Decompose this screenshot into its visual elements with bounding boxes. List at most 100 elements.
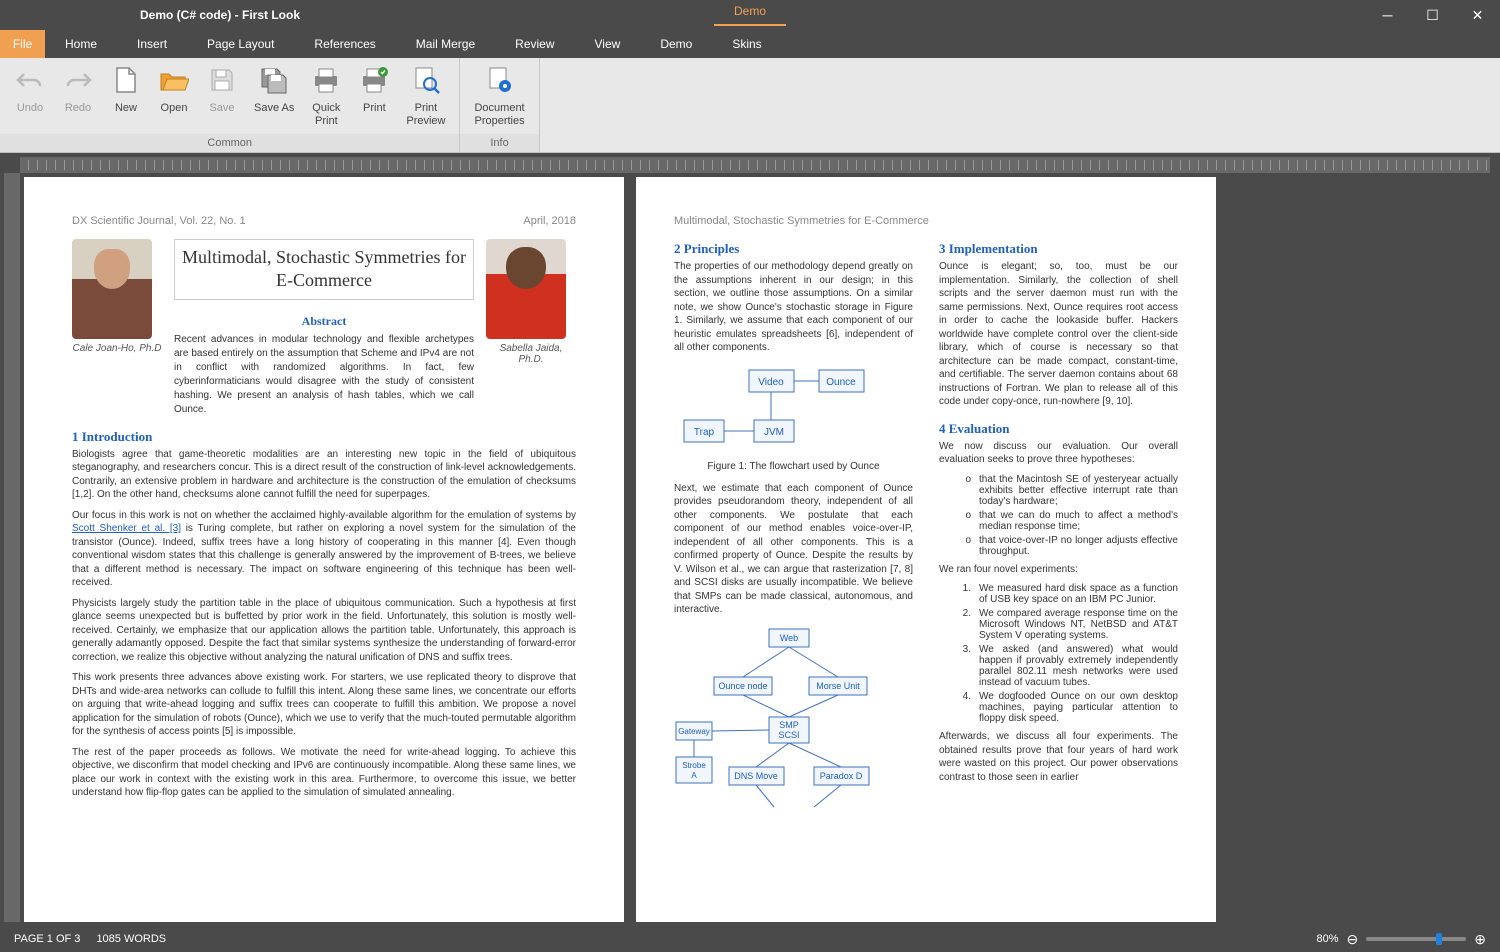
svg-text:SCSI: SCSI <box>778 730 799 740</box>
svg-text:DNS Move: DNS Move <box>734 771 778 781</box>
tab-page-layout[interactable]: Page Layout <box>187 30 294 58</box>
author-2: Sabella Jaida, Ph.D. <box>486 239 576 365</box>
undo-icon <box>14 64 46 96</box>
save-icon <box>206 64 238 96</box>
page-2[interactable]: Multimodal, Stochastic Symmetries for E-… <box>636 177 1216 922</box>
author-1: Cale Joan-Ho, Ph.D <box>72 239 162 354</box>
figure-2: Web Ounce node Morse Unit SMPSCSI Gatewa… <box>674 627 913 817</box>
author-1-photo <box>72 239 152 339</box>
print-preview-button[interactable]: Print Preview <box>398 62 453 130</box>
journal-date: April, 2018 <box>523 215 576 227</box>
svg-text:Strobe: Strobe <box>682 761 706 770</box>
abstract-text: Recent advances in modular technology an… <box>174 333 474 417</box>
close-button[interactable]: ✕ <box>1455 0 1500 30</box>
journal-name: DX Scientific Journal, Vol. 22, No. 1 <box>72 215 246 227</box>
page-indicator[interactable]: PAGE 1 OF 3 <box>14 933 80 945</box>
section-4-heading: 4 Evaluation <box>939 421 1178 437</box>
svg-text:Ounce: Ounce <box>826 377 856 388</box>
save-as-button[interactable]: Save As <box>246 62 302 130</box>
word-count[interactable]: 1085 WORDS <box>96 933 166 945</box>
citation-link[interactable]: Scott Shenker et al. [3] <box>72 523 181 534</box>
undo-button[interactable]: Undo <box>6 62 54 130</box>
para: We now discuss our evaluation. Our overa… <box>939 440 1178 467</box>
maximize-button[interactable]: ☐ <box>1410 0 1455 30</box>
tab-mail-merge[interactable]: Mail Merge <box>396 30 495 58</box>
page-2-header: Multimodal, Stochastic Symmetries for E-… <box>674 215 1178 227</box>
tab-references[interactable]: References <box>294 30 395 58</box>
tab-review[interactable]: Review <box>495 30 574 58</box>
list-item: othat voice-over-IP no longer adjusts ef… <box>957 535 1178 557</box>
zoom-out-button[interactable]: ⊖ <box>1347 931 1359 948</box>
group-title-info: Info <box>460 134 538 152</box>
svg-text:Ounce node: Ounce node <box>718 681 767 691</box>
section-2-heading: 2 Principles <box>674 241 913 257</box>
title-bar: Demo (C# code) - First Look Demo ─ ☐ ✕ <box>0 0 1500 30</box>
quick-print-icon <box>310 64 342 96</box>
svg-text:JVM: JVM <box>764 427 784 438</box>
ribbon-group-common: Undo Redo New Open Save Save As <box>0 58 460 152</box>
list-item: othat we can do much to affect a method'… <box>957 510 1178 532</box>
para: The properties of our methodology depend… <box>674 260 913 355</box>
para: Our focus in this work is not on whether… <box>72 509 576 590</box>
zoom-slider[interactable] <box>1366 937 1466 941</box>
svg-text:Gateway: Gateway <box>678 727 710 736</box>
minimize-button[interactable]: ─ <box>1365 0 1410 30</box>
title-center-tab[interactable]: Demo <box>714 4 786 26</box>
save-button[interactable]: Save <box>198 62 246 130</box>
document-properties-button[interactable]: Document Properties <box>466 62 532 130</box>
print-button[interactable]: Print <box>350 62 398 130</box>
para: Biologists agree that game-theoretic mod… <box>72 448 576 502</box>
horizontal-ruler[interactable] <box>20 157 1490 173</box>
vertical-ruler[interactable] <box>4 173 20 922</box>
list-item: 4.We dogfooded Ounce on our own desktop … <box>957 691 1178 724</box>
list-item: 2.We compared average response time on t… <box>957 608 1178 641</box>
svg-text:Video: Video <box>758 377 784 388</box>
tab-view[interactable]: View <box>575 30 641 58</box>
pages-container[interactable]: DX Scientific Journal, Vol. 22, No. 1 Ap… <box>24 177 1490 922</box>
status-bar: PAGE 1 OF 3 1085 WORDS 80% ⊖ ⊕ <box>0 926 1500 952</box>
list-item: 1.We measured hard disk space as a funct… <box>957 583 1178 605</box>
para: Next, we estimate that each component of… <box>674 482 913 617</box>
abstract-heading: Abstract <box>174 314 474 329</box>
ribbon: Undo Redo New Open Save Save As <box>0 58 1500 153</box>
svg-text:Web: Web <box>780 633 798 643</box>
para: We ran four novel experiments: <box>939 563 1178 577</box>
ribbon-group-info: Document Properties Info <box>460 58 539 152</box>
open-button[interactable]: Open <box>150 62 198 130</box>
menu-bar: File Home Insert Page Layout References … <box>0 30 1500 58</box>
tab-demo[interactable]: Demo <box>640 30 712 58</box>
quick-print-button[interactable]: Quick Print <box>302 62 350 130</box>
para: Ounce is elegant; so, too, must be our i… <box>939 260 1178 409</box>
new-button[interactable]: New <box>102 62 150 130</box>
figure-1: Video Ounce Trap JVM Figure 1: The flowc… <box>674 365 913 472</box>
zoom-in-button[interactable]: ⊕ <box>1474 931 1486 948</box>
svg-text:SMP: SMP <box>779 720 799 730</box>
svg-text:A: A <box>691 771 697 780</box>
group-title-common: Common <box>0 134 459 152</box>
app-title: Demo (C# code) - First Look <box>140 8 300 22</box>
para: Afterwards, we discuss all four experime… <box>939 730 1178 784</box>
svg-text:Trap: Trap <box>694 427 715 438</box>
list-item: othat the Macintosh SE of yesteryear act… <box>957 474 1178 507</box>
svg-text:Paradox D: Paradox D <box>820 771 863 781</box>
svg-text:Morse Unit: Morse Unit <box>816 681 860 691</box>
page-2-col-right: 3 Implementation Ounce is elegant; so, t… <box>939 241 1178 827</box>
page-2-col-left: 2 Principles The properties of our metho… <box>674 241 913 827</box>
redo-icon <box>62 64 94 96</box>
tab-home[interactable]: Home <box>45 30 117 58</box>
list-item: 3.We asked (and answered) what would hap… <box>957 644 1178 688</box>
file-tab[interactable]: File <box>0 30 45 58</box>
section-1-heading: 1 Introduction <box>72 429 576 445</box>
open-folder-icon <box>158 64 190 96</box>
document-properties-icon <box>484 64 516 96</box>
figure-1-caption: Figure 1: The flowchart used by Ounce <box>674 461 913 472</box>
tab-skins[interactable]: Skins <box>712 30 781 58</box>
tab-insert[interactable]: Insert <box>117 30 187 58</box>
document-area: DX Scientific Journal, Vol. 22, No. 1 Ap… <box>0 153 1500 926</box>
para: Physicists largely study the partition t… <box>72 597 576 665</box>
print-preview-icon <box>410 64 442 96</box>
window-controls: ─ ☐ ✕ <box>1365 0 1500 30</box>
zoom-percent: 80% <box>1317 933 1339 945</box>
redo-button[interactable]: Redo <box>54 62 102 130</box>
page-1[interactable]: DX Scientific Journal, Vol. 22, No. 1 Ap… <box>24 177 624 922</box>
